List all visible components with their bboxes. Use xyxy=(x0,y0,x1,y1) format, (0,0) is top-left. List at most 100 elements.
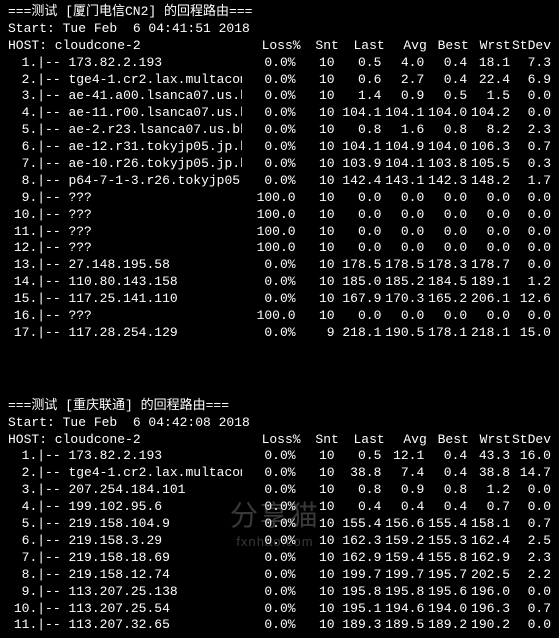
hop-snt: 10 xyxy=(296,173,335,190)
hop-avg: 0.0 xyxy=(381,224,424,241)
hop-avg: 0.9 xyxy=(381,482,424,499)
hop-loss: 0.0% xyxy=(242,516,296,533)
hop-snt: 10 xyxy=(296,308,335,325)
hop-loss: 0.0% xyxy=(242,55,296,72)
hop-wrst: 0.0 xyxy=(467,240,510,257)
host-label: HOST: cloudcone-2 xyxy=(8,432,248,449)
hop-number: 4. xyxy=(8,499,37,516)
hop-number: 1. xyxy=(8,448,37,465)
hop-loss: 100.0 xyxy=(242,190,296,207)
table-row: 10.|-- ???100.0100.00.00.00.00.0 xyxy=(8,207,551,224)
hop-number: 4. xyxy=(8,105,37,122)
hop-wrst: 189.1 xyxy=(467,274,510,291)
hop-wrst: 1.5 xyxy=(467,88,510,105)
col-avg: Avg xyxy=(385,38,427,55)
hop-number: 16. xyxy=(8,308,37,325)
hop-avg: 1.6 xyxy=(381,122,424,139)
hop-host: |-- ??? xyxy=(37,240,242,257)
table-row: 6.|-- 219.158.3.290.0%10162.3159.2155.31… xyxy=(8,533,551,550)
col-last: Last xyxy=(339,38,385,55)
hop-host: |-- ae-10.r26.tokyjp05.jp.bb. xyxy=(37,156,242,173)
hop-best: 178.1 xyxy=(424,325,467,342)
hop-wrst: 190.2 xyxy=(467,617,510,634)
table-row: 11.|-- ???100.0100.00.00.00.00.0 xyxy=(8,224,551,241)
col-stdev: StDev xyxy=(511,432,551,449)
hop-avg: 195.8 xyxy=(381,584,424,601)
hop-last: 0.4 xyxy=(335,499,382,516)
hop-loss: 0.0% xyxy=(242,88,296,105)
hop-wrst: 104.2 xyxy=(467,105,510,122)
table-row: 4.|-- 199.102.95.60.0%100.40.40.40.70.0 xyxy=(8,499,551,516)
hop-stdev: 0.0 xyxy=(510,257,551,274)
col-best: Best xyxy=(427,432,469,449)
hop-wrst: 1.2 xyxy=(467,482,510,499)
hop-snt: 10 xyxy=(296,122,335,139)
hop-wrst: 162.9 xyxy=(467,550,510,567)
table-row: 1.|-- 173.82.2.1930.0%100.512.10.443.316… xyxy=(8,448,551,465)
hop-number: 3. xyxy=(8,88,37,105)
hop-stdev: 14.7 xyxy=(510,465,551,482)
hop-avg: 190.5 xyxy=(381,325,424,342)
hop-best: 155.8 xyxy=(424,550,467,567)
hop-snt: 10 xyxy=(296,55,335,72)
hop-host: |-- 110.80.143.158 xyxy=(37,274,242,291)
hop-snt: 10 xyxy=(296,567,335,584)
hop-best: 0.4 xyxy=(424,448,467,465)
col-wrst: Wrst xyxy=(469,432,511,449)
hop-loss: 0.0% xyxy=(242,291,296,308)
hop-number: 5. xyxy=(8,516,37,533)
hop-snt: 10 xyxy=(296,533,335,550)
hop-avg: 185.2 xyxy=(381,274,424,291)
hop-stdev: 2.2 xyxy=(510,567,551,584)
hop-loss: 0.0% xyxy=(242,482,296,499)
hop-last: 0.6 xyxy=(335,72,382,89)
hop-best: 103.8 xyxy=(424,156,467,173)
hop-loss: 100.0 xyxy=(242,308,296,325)
table-row: 3.|-- ae-41.a00.lsanca07.us.bb.0.0%101.4… xyxy=(8,88,551,105)
hop-avg: 159.2 xyxy=(381,533,424,550)
hop-number: 2. xyxy=(8,72,37,89)
hop-best: 104.0 xyxy=(424,105,467,122)
hop-loss: 0.0% xyxy=(242,173,296,190)
table-row: 16.|-- ???100.0100.00.00.00.00.0 xyxy=(8,308,551,325)
table-row: 5.|-- ae-2.r23.lsanca07.us.bb.g0.0%100.8… xyxy=(8,122,551,139)
section-gap xyxy=(8,342,551,398)
hop-wrst: 218.1 xyxy=(467,325,510,342)
table-row: 2.|-- tge4-1.cr2.lax.multacom.c0.0%1038.… xyxy=(8,465,551,482)
table-row: 3.|-- 207.254.184.1010.0%100.80.90.81.20… xyxy=(8,482,551,499)
hop-wrst: 196.3 xyxy=(467,601,510,618)
hop-stdev: 2.3 xyxy=(510,550,551,567)
table-row: 12.|-- ???100.0100.00.00.00.00.0 xyxy=(8,240,551,257)
hop-avg: 0.4 xyxy=(381,499,424,516)
hop-avg: 178.5 xyxy=(381,257,424,274)
col-avg: Avg xyxy=(385,432,427,449)
table-header: HOST: cloudcone-2Loss%SntLastAvgBestWrst… xyxy=(8,432,551,449)
hop-snt: 10 xyxy=(296,88,335,105)
hop-snt: 10 xyxy=(296,190,335,207)
hop-number: 1. xyxy=(8,55,37,72)
hop-loss: 0.0% xyxy=(242,601,296,618)
hop-number: 12. xyxy=(8,240,37,257)
hop-snt: 10 xyxy=(296,139,335,156)
hop-host: |-- 173.82.2.193 xyxy=(37,55,242,72)
hop-wrst: 162.4 xyxy=(467,533,510,550)
hop-best: 0.4 xyxy=(424,465,467,482)
hop-wrst: 0.0 xyxy=(467,308,510,325)
hop-loss: 100.0 xyxy=(242,240,296,257)
hop-avg: 156.6 xyxy=(381,516,424,533)
hop-best: 155.3 xyxy=(424,533,467,550)
hop-stdev: 7.3 xyxy=(510,55,551,72)
hop-wrst: 8.2 xyxy=(467,122,510,139)
hop-host: |-- 113.207.25.54 xyxy=(37,601,242,618)
table-row: 6.|-- ae-12.r31.tokyjp05.jp.bb.0.0%10104… xyxy=(8,139,551,156)
hop-host: |-- 219.158.3.29 xyxy=(37,533,242,550)
hop-stdev: 0.0 xyxy=(510,88,551,105)
hop-last: 1.4 xyxy=(335,88,382,105)
hop-snt: 10 xyxy=(296,601,335,618)
hop-avg: 12.1 xyxy=(381,448,424,465)
hop-best: 194.0 xyxy=(424,601,467,618)
hop-loss: 0.0% xyxy=(242,274,296,291)
section-title: ===测试 [重庆联通] 的回程路由=== xyxy=(8,398,551,415)
hop-stdev: 0.7 xyxy=(510,601,551,618)
table-row: 11.|-- 113.207.32.650.0%10189.3189.5189.… xyxy=(8,617,551,634)
